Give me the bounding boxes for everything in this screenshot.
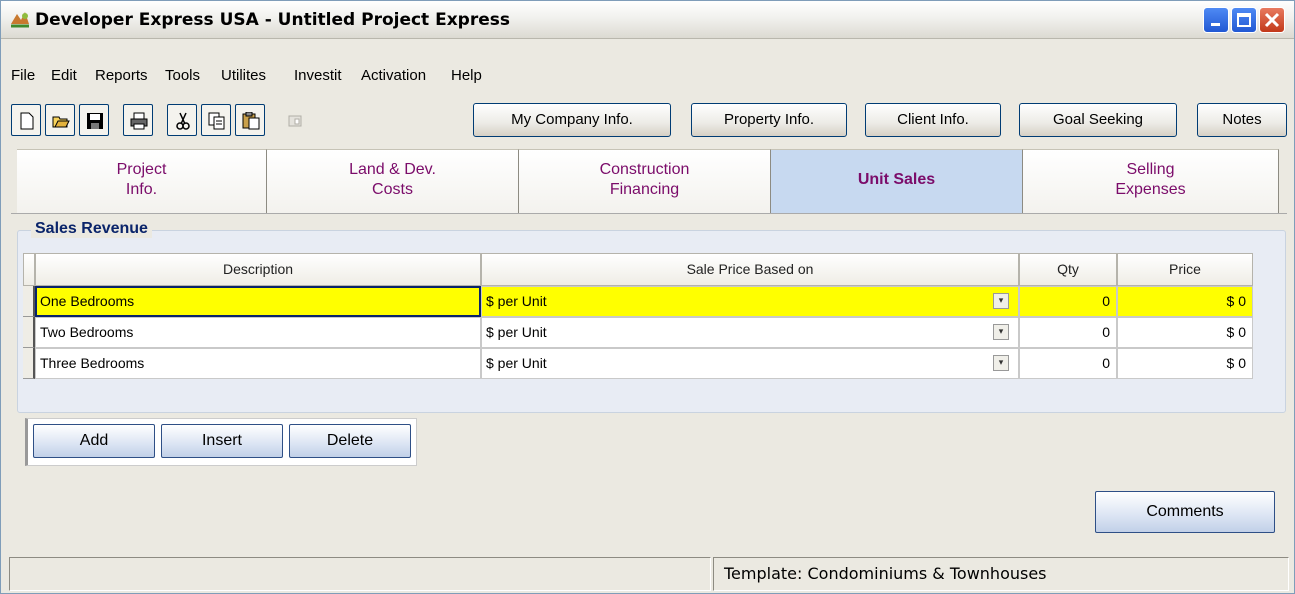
price-cell[interactable]: $ 0 [1117, 348, 1253, 379]
tab-label: Info. [125, 181, 158, 198]
description-cell[interactable]: Three Bedrooms [35, 348, 481, 379]
menu-bar [1, 39, 1294, 67]
app-logo-icon [11, 12, 29, 28]
close-button[interactable] [1259, 7, 1285, 33]
tab-label: Selling [1126, 161, 1175, 178]
tab-unit-sales[interactable]: Unit Sales [771, 149, 1023, 213]
column-header-description[interactable]: Description [35, 253, 481, 286]
disabled-tool-button [279, 104, 309, 136]
column-header-price[interactable]: Price [1117, 253, 1253, 286]
sale-price-basis-combo[interactable]: $ per Unit [481, 286, 1019, 317]
maximize-icon [1237, 13, 1251, 27]
row-header[interactable] [23, 348, 35, 379]
app-window: Developer Express USA - Untitled Project… [0, 0, 1295, 594]
client-info-button[interactable]: Client Info. [865, 103, 1001, 137]
save-icon [87, 113, 103, 129]
tab-label: Costs [372, 181, 413, 198]
menu-edit[interactable]: Edit [51, 67, 77, 84]
status-bar-left [9, 557, 711, 591]
my-company-info-button[interactable]: My Company Info. [473, 103, 671, 137]
open-button[interactable] [45, 104, 75, 136]
menu-help[interactable]: Help [451, 67, 482, 84]
description-cell[interactable]: Two Bedrooms [35, 317, 481, 348]
description-cell[interactable]: One Bedrooms [35, 286, 481, 317]
notes-button[interactable]: Notes [1197, 103, 1287, 137]
price-cell[interactable]: $ 0 [1117, 317, 1253, 348]
sale-price-basis-combo[interactable]: $ per Unit [481, 317, 1019, 348]
menu-utilites[interactable]: Utilites [221, 67, 266, 84]
tab-label: Project [116, 161, 167, 178]
column-header-qty[interactable]: Qty [1019, 253, 1117, 286]
dropdown-arrow-icon[interactable]: ▾ [993, 293, 1009, 309]
menu-reports[interactable]: Reports [95, 67, 148, 84]
new-icon [20, 112, 34, 130]
qty-cell[interactable]: 0 [1019, 348, 1117, 379]
minimize-button[interactable] [1203, 7, 1229, 33]
status-template: Template: Condominiums & Townhouses [713, 557, 1289, 591]
comments-button[interactable]: Comments [1095, 491, 1275, 533]
row-header[interactable] [23, 286, 35, 317]
paste-button[interactable] [235, 104, 265, 136]
new-button[interactable] [11, 104, 41, 136]
row-header-corner [23, 253, 35, 286]
open-icon [52, 116, 70, 128]
sale-price-basis-combo[interactable]: $ per Unit [481, 348, 1019, 379]
tab-label: Financing [609, 181, 680, 198]
tab-construction-financing[interactable]: Construction Financing [519, 149, 771, 213]
close-icon [1264, 12, 1280, 28]
group-title: Sales Revenue [31, 220, 152, 238]
qty-cell[interactable]: 0 [1019, 317, 1117, 348]
print-icon [130, 112, 148, 130]
goal-seeking-button[interactable]: Goal Seeking [1019, 103, 1177, 137]
copy-button[interactable] [201, 104, 231, 136]
menu-tools[interactable]: Tools [165, 67, 200, 84]
cut-icon [176, 112, 190, 130]
tab-selling-expenses[interactable]: Selling Expenses [1023, 149, 1279, 213]
price-cell[interactable]: $ 0 [1117, 286, 1253, 317]
copy-icon [208, 112, 225, 130]
dropdown-arrow-icon[interactable]: ▾ [993, 324, 1009, 340]
row-header[interactable] [23, 317, 35, 348]
minimize-icon [1211, 23, 1220, 26]
cut-button[interactable] [167, 104, 197, 136]
tab-label: Expenses [1115, 181, 1186, 198]
property-info-button[interactable]: Property Info. [691, 103, 847, 137]
insert-button[interactable]: Insert [161, 424, 283, 458]
save-button[interactable] [79, 104, 109, 136]
maximize-button[interactable] [1231, 7, 1257, 33]
paste-icon [242, 112, 260, 130]
qty-cell[interactable]: 0 [1019, 286, 1117, 317]
title-bar: Developer Express USA - Untitled Project… [1, 1, 1294, 39]
delete-button[interactable]: Delete [289, 424, 411, 458]
tab-land-dev-costs[interactable]: Land & Dev. Costs [267, 149, 519, 213]
tab-label: Land & Dev. [349, 161, 436, 178]
tab-label: Construction [599, 161, 690, 178]
window-title: Developer Express USA - Untitled Project… [35, 10, 511, 30]
menu-activation[interactable]: Activation [361, 67, 426, 84]
menu-file[interactable]: File [11, 67, 35, 84]
tab-project-info[interactable]: Project Info. [17, 149, 267, 213]
dropdown-arrow-icon[interactable]: ▾ [993, 355, 1009, 371]
document-icon [288, 115, 302, 127]
column-header-sale-price-basis[interactable]: Sale Price Based on [481, 253, 1019, 286]
tab-label: Unit Sales [857, 171, 936, 188]
print-button[interactable] [123, 104, 153, 136]
menu-investit[interactable]: Investit [294, 67, 342, 84]
add-button[interactable]: Add [33, 424, 155, 458]
